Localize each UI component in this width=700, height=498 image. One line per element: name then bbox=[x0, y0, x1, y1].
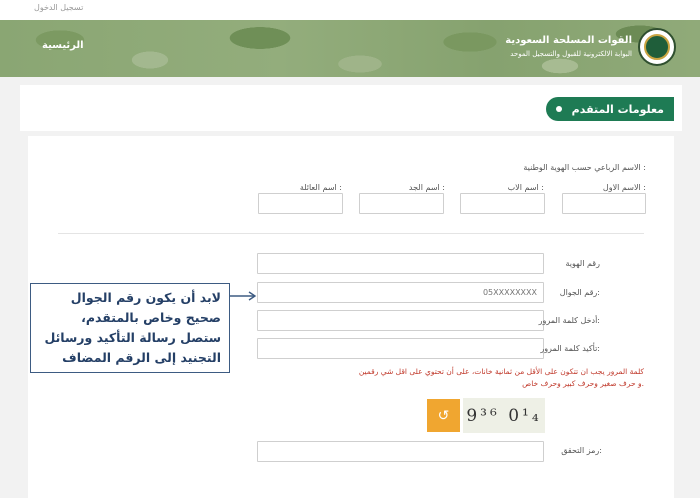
refresh-icon[interactable]: ↺ bbox=[427, 399, 460, 432]
mobile-label: رقم الجوال: bbox=[559, 288, 600, 297]
first-name-label: الاسم الاول : bbox=[602, 183, 646, 192]
family-name-label: اسم العائلة : bbox=[299, 183, 342, 192]
site-subtitle: البوابة الالكترونية للقبول والتسجيل المو… bbox=[510, 50, 632, 58]
annotation-line-1: لابد أن يكون رقم الجوال bbox=[70, 290, 221, 305]
section-title: معلومات المتقدم bbox=[571, 102, 664, 116]
confirm-password-label: تأكيد كلمة المرور: bbox=[540, 344, 600, 353]
password-label: أدخل كلمة المرور: bbox=[538, 316, 600, 325]
section-tab: معلومات المتقدم bbox=[546, 97, 674, 121]
mobile-annotation-callout: لابد أن يكون رقم الجوال صحيح وخاص بالمتق… bbox=[30, 283, 230, 373]
password-hint: كلمة المرور يجب ان تتكون على الأقل من ثم… bbox=[234, 366, 644, 390]
home-link[interactable]: الرئيسية bbox=[42, 40, 84, 51]
id-number-input[interactable] bbox=[257, 253, 544, 274]
form-divider bbox=[58, 233, 644, 234]
section-header: معلومات المتقدم bbox=[20, 85, 682, 131]
top-bar: تسجيل الدخول bbox=[0, 0, 700, 20]
mobile-input[interactable] bbox=[257, 282, 544, 303]
father-name-label: اسم الاب : bbox=[507, 183, 544, 192]
password-hint-line-2: و حرف صغير وحرف كبير وحرف خاص. bbox=[522, 379, 644, 388]
verification-code-input[interactable] bbox=[257, 441, 544, 462]
grandfather-name-input[interactable] bbox=[359, 193, 444, 214]
captcha-image: 9³⁶ 0¹₄ bbox=[463, 398, 545, 433]
id-number-label: رقم الهوية bbox=[565, 259, 600, 268]
name-section-label: الاسم الرباعي حسب الهوية الوطنية : bbox=[523, 163, 646, 172]
verification-code-label: رمز التحقق: bbox=[561, 446, 602, 455]
password-input[interactable] bbox=[257, 310, 544, 331]
site-header: الرئيسية القوات المسلحة السعودية البوابة… bbox=[0, 20, 700, 77]
annotation-line-4: التجنيد إلى الرقم المضاف bbox=[62, 350, 221, 365]
grandfather-name-label: اسم الجد : bbox=[408, 183, 445, 192]
family-name-input[interactable] bbox=[258, 193, 343, 214]
arrow-right-icon bbox=[230, 291, 257, 301]
armed-forces-emblem-icon bbox=[638, 28, 676, 66]
annotation-line-2: صحيح وخاص بالمتقدم، bbox=[81, 310, 221, 325]
first-name-input[interactable] bbox=[562, 193, 646, 214]
password-hint-line-1: كلمة المرور يجب ان تتكون على الأقل من ثم… bbox=[358, 367, 644, 376]
dot-icon bbox=[556, 106, 562, 112]
father-name-input[interactable] bbox=[460, 193, 545, 214]
annotation-line-3: ستصل رسالة التأكيد ورسائل bbox=[44, 330, 221, 345]
confirm-password-input[interactable] bbox=[257, 338, 544, 359]
site-title: القوات المسلحة السعودية bbox=[505, 35, 632, 46]
login-link[interactable]: تسجيل الدخول bbox=[34, 3, 83, 12]
